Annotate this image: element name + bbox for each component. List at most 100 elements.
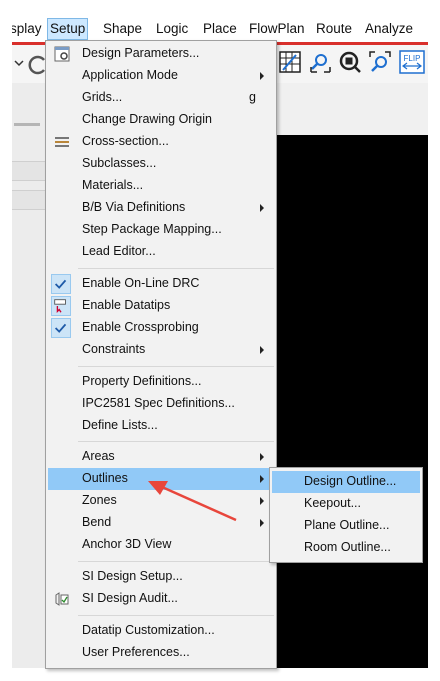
submenu-arrow-icon [260, 519, 264, 527]
menu-item-accelerator: g [249, 90, 256, 104]
menu-item-enable-online-drc[interactable]: Enable On-Line DRC [48, 273, 274, 295]
menu-item-label: Grids... [82, 90, 123, 104]
checkmark-icon [51, 318, 71, 338]
menu-item-label: Areas [82, 449, 115, 463]
menu-item-label: User Preferences... [82, 645, 190, 659]
panel-handle[interactable] [14, 123, 40, 126]
submenu-arrow-icon [260, 346, 264, 354]
menu-item-constraints[interactable]: Constraints [48, 339, 274, 361]
menu-item-label: Enable On-Line DRC [82, 276, 200, 290]
menu-item-bend[interactable]: Bend [48, 512, 274, 534]
menu-display[interactable]: splay [12, 19, 44, 39]
checkmark-icon [51, 274, 71, 294]
menu-item-label: Application Mode [82, 68, 178, 82]
menu-item-user-preferences[interactable]: User Preferences... [48, 642, 274, 664]
menu-item-anchor-3d-view[interactable]: Anchor 3D View [48, 534, 274, 556]
submenu-item-label: Keepout... [304, 496, 361, 510]
menu-item-label: Materials... [82, 178, 144, 192]
menu-flowplan[interactable]: FlowPlan [247, 19, 307, 39]
menu-item-si-design-audit[interactable]: SI Design Audit... [48, 588, 274, 610]
menu-item-change-drawing-origin[interactable]: Change Drawing Origin [48, 109, 274, 131]
menu-separator [78, 561, 274, 562]
menu-item-label: Subclasses... [82, 156, 157, 170]
menu-item-si-design-setup[interactable]: SI Design Setup... [48, 566, 274, 588]
menu-logic[interactable]: Logic [154, 19, 190, 39]
dropdown-arrow-icon[interactable] [14, 57, 24, 69]
zoom-fit-icon[interactable] [338, 50, 362, 74]
menu-item-ipc2581-spec[interactable]: IPC2581 Spec Definitions... [48, 393, 274, 415]
panel-row[interactable] [12, 190, 47, 210]
menu-item-label: Constraints [82, 342, 146, 356]
design-parameters-icon [54, 46, 70, 62]
menu-item-label: Enable Crossprobing [82, 320, 199, 334]
menu-item-materials[interactable]: Materials... [48, 175, 274, 197]
menu-item-define-lists[interactable]: Define Lists... [48, 415, 274, 437]
menu-item-application-mode[interactable]: Application Mode [48, 65, 274, 87]
menu-item-label: IPC2581 Spec Definitions... [82, 396, 235, 410]
menu-shape[interactable]: Shape [101, 19, 144, 39]
menu-item-enable-crossprobing[interactable]: Enable Crossprobing [48, 317, 274, 339]
outlines-submenu: Design Outline... Keepout... Plane Outli… [269, 467, 423, 563]
menu-item-label: Datatip Customization... [82, 623, 215, 637]
submenu-item-label: Plane Outline... [304, 518, 390, 532]
submenu-item-design-outline[interactable]: Design Outline... [272, 471, 420, 493]
submenu-arrow-icon [260, 497, 264, 505]
menu-separator [78, 615, 274, 616]
menu-place[interactable]: Place [201, 19, 239, 39]
menu-item-label: Zones [82, 493, 117, 507]
menu-separator [78, 268, 274, 269]
menu-item-label: Change Drawing Origin [82, 112, 212, 126]
menu-item-datatip-customization[interactable]: Datatip Customization... [48, 620, 274, 642]
menu-item-areas[interactable]: Areas [48, 446, 274, 468]
grid-icon[interactable] [278, 50, 302, 74]
submenu-item-keepout[interactable]: Keepout... [272, 493, 420, 515]
flip-icon[interactable]: FLIP [399, 50, 425, 74]
menu-item-label: SI Design Setup... [82, 569, 183, 583]
menu-item-subclasses[interactable]: Subclasses... [48, 153, 274, 175]
submenu-item-room-outline[interactable]: Room Outline... [272, 537, 420, 559]
submenu-arrow-icon [260, 453, 264, 461]
menu-separator [78, 366, 274, 367]
menu-item-label: Enable Datatips [82, 298, 171, 312]
menu-item-outlines[interactable]: Outlines [48, 468, 274, 490]
menu-separator [78, 441, 274, 442]
menu-item-bb-via-definitions[interactable]: B/B Via Definitions [48, 197, 274, 219]
menu-item-cross-section[interactable]: Cross-section... [48, 131, 274, 153]
menu-item-label: Design Parameters... [82, 46, 200, 60]
datatips-icon [51, 296, 71, 316]
menu-item-label: Define Lists... [82, 418, 158, 432]
menu-analyze[interactable]: Analyze [363, 19, 415, 39]
submenu-item-label: Design Outline... [304, 474, 397, 488]
setup-menu: Design Parameters... Application Mode Gr… [45, 40, 277, 669]
menu-route[interactable]: Route [314, 19, 354, 39]
zoom-in-icon[interactable] [308, 50, 332, 74]
menu-setup[interactable]: Setup [47, 18, 89, 40]
menu-item-label: Step Package Mapping... [82, 222, 222, 236]
menu-item-grids[interactable]: Grids... g [48, 87, 274, 109]
submenu-arrow-icon [260, 72, 264, 80]
left-panel [12, 83, 47, 668]
menu-item-enable-datatips[interactable]: Enable Datatips [48, 295, 274, 317]
menu-item-label: Anchor 3D View [82, 537, 172, 551]
menu-item-label: B/B Via Definitions [82, 200, 186, 214]
menu-item-label: Lead Editor... [82, 244, 156, 258]
zoom-out-icon[interactable] [368, 50, 392, 74]
flip-label: FLIP [404, 54, 421, 63]
submenu-arrow-icon [260, 475, 264, 483]
submenu-item-plane-outline[interactable]: Plane Outline... [272, 515, 420, 537]
menu-item-design-parameters[interactable]: Design Parameters... [48, 43, 274, 65]
cross-section-icon [55, 137, 69, 147]
menu-item-zones[interactable]: Zones [48, 490, 274, 512]
menu-item-label: Bend [82, 515, 112, 529]
menu-item-property-definitions[interactable]: Property Definitions... [48, 371, 274, 393]
menu-item-lead-editor[interactable]: Lead Editor... [48, 241, 274, 263]
submenu-arrow-icon [260, 204, 264, 212]
menu-item-label: Cross-section... [82, 134, 169, 148]
menu-item-step-package-mapping[interactable]: Step Package Mapping... [48, 219, 274, 241]
panel-row[interactable] [12, 161, 47, 181]
menu-bar: splay Setup Shape Logic Place FlowPlan R… [12, 0, 428, 45]
menu-item-label: SI Design Audit... [82, 591, 178, 605]
menu-item-label: Property Definitions... [82, 374, 202, 388]
submenu-item-label: Room Outline... [304, 540, 391, 554]
canvas-header [272, 83, 428, 135]
